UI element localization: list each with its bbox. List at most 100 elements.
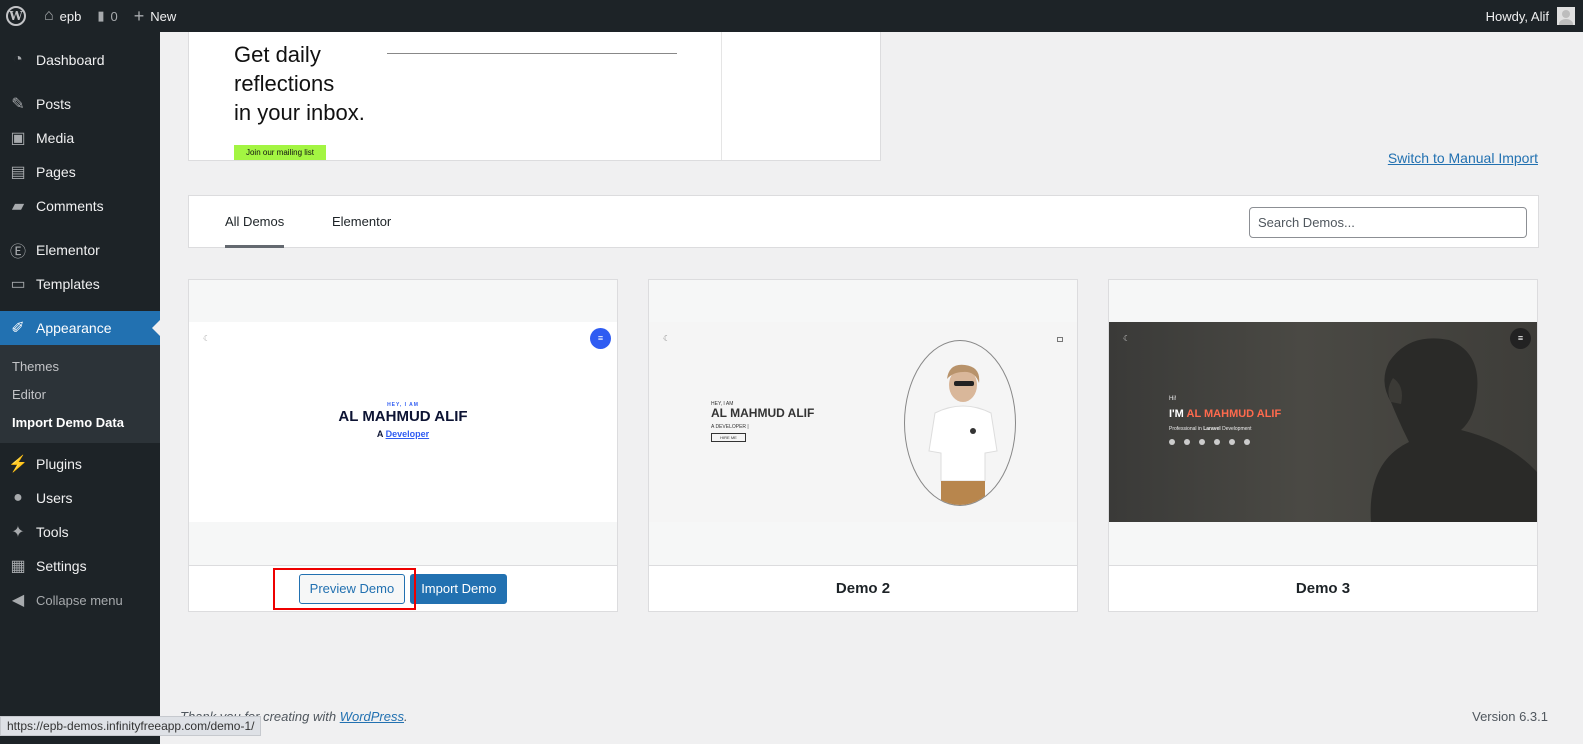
demo-card-3: ☾ ≡ Hi! I'M AL MAHMUD ALIF Professional … xyxy=(1108,279,1538,612)
divider xyxy=(721,32,722,160)
demo-card-2: ☾ HEY, I AM AL MAHMUD ALIF A DEVELOPER |… xyxy=(648,279,1078,612)
menu-icon: ≡ xyxy=(590,328,611,349)
menu-icon: ≡ xyxy=(1510,328,1531,349)
menu-tools[interactable]: ✦ Tools xyxy=(0,515,160,549)
person-silhouette xyxy=(1370,338,1537,522)
new-content-link[interactable]: + New xyxy=(126,0,185,32)
role-highlight: Developer xyxy=(385,429,430,439)
admin-sidebar: ◔ Dashboard ✎ Posts ▣ Media ▤ Pages ▰ Co… xyxy=(0,32,160,744)
elementor-icon: Ⓔ xyxy=(9,244,26,261)
submenu-editor[interactable]: Editor xyxy=(0,380,160,408)
demo-thumbnail[interactable]: ☾ ≡ Hi! I'M AL MAHMUD ALIF Professional … xyxy=(1109,280,1537,565)
demo-role-text: Professional in Laravel Development xyxy=(1169,426,1252,432)
comments-icon: ▰ xyxy=(11,198,25,215)
name-prefix: I'M xyxy=(1169,408,1184,420)
pages-icon: ▤ xyxy=(10,164,26,181)
top-demo-preview: Get daily reflections in your inbox. Joi… xyxy=(188,32,881,161)
demo-thumbnail[interactable]: ☾ HEY, I AM AL MAHMUD ALIF A DEVELOPER |… xyxy=(649,280,1077,565)
collapse-label: Collapse menu xyxy=(36,592,123,608)
wrench-icon: ✦ xyxy=(11,524,25,541)
demo-footer: Demo 2 xyxy=(649,565,1077,611)
demo-footer: Demo 3 xyxy=(1109,565,1537,611)
menu-label: Plugins xyxy=(36,456,82,472)
moon-icon: ☾ xyxy=(1123,334,1131,343)
demo-screenshot: ☾ ≡ HEY, I AM AL MAHMUD ALIF A Developer xyxy=(189,322,617,522)
import-demo-button[interactable]: Import Demo xyxy=(410,573,508,604)
collapse-menu[interactable]: ◀ Collapse menu xyxy=(0,583,160,617)
avatar[interactable] xyxy=(1557,7,1575,25)
person-illustration xyxy=(928,364,998,505)
role-prefix: A xyxy=(376,429,384,439)
comments-link[interactable]: ▮ 0 xyxy=(89,0,125,32)
home-icon: ⌂ xyxy=(44,7,54,24)
role-bold: Laravel xyxy=(1203,426,1221,432)
demo-actions: Preview Demo Import Demo xyxy=(189,565,617,611)
menu-dashboard[interactable]: ◔ Dashboard xyxy=(0,43,160,77)
menu-media[interactable]: ▣ Media xyxy=(0,121,160,155)
menu-elementor[interactable]: Ⓔ Elementor xyxy=(0,233,160,267)
menu-label: Appearance xyxy=(36,320,112,336)
moon-icon: ☾ xyxy=(203,334,211,343)
switch-to-manual-import-link[interactable]: Switch to Manual Import xyxy=(1388,150,1538,166)
menu-pages[interactable]: ▤ Pages xyxy=(0,155,160,189)
submenu-import-demo-data[interactable]: Import Demo Data xyxy=(0,408,160,436)
highlight-box xyxy=(273,568,416,610)
menu-users[interactable]: ● Users xyxy=(0,481,160,515)
demo-title: Demo 2 xyxy=(835,580,891,597)
menu-settings[interactable]: ▦ Settings xyxy=(0,549,160,583)
social-icons xyxy=(1169,439,1250,445)
menu-templates[interactable]: ▭ Templates xyxy=(0,267,160,301)
menu-icon xyxy=(1057,337,1063,342)
menu-label: Elementor xyxy=(36,242,100,258)
folder-icon: ▭ xyxy=(10,276,26,293)
menu-label: Posts xyxy=(36,96,72,112)
headline-line: reflections xyxy=(234,71,335,96)
menu-label: Templates xyxy=(36,276,100,292)
plug-icon: ⚡ xyxy=(8,456,28,473)
site-name-link[interactable]: ⌂ epb xyxy=(36,0,89,32)
collapse-icon: ◀ xyxy=(11,592,25,609)
portrait-photo xyxy=(904,340,1016,506)
menu-label: Tools xyxy=(36,524,69,540)
demo-role-text: A DEVELOPER | xyxy=(711,424,749,430)
howdy-user[interactable]: Howdy, Alif xyxy=(1486,9,1549,24)
thanks-suffix: . xyxy=(404,709,408,724)
demo-name-text: I'M AL MAHMUD ALIF xyxy=(1169,408,1281,420)
facebook-icon xyxy=(1169,439,1175,445)
plus-icon: + xyxy=(133,5,145,26)
tab-elementor[interactable]: Elementor xyxy=(332,196,391,248)
brush-icon: ✐ xyxy=(11,320,25,337)
demo-title: Demo 3 xyxy=(1295,580,1351,597)
linkedin-icon xyxy=(1199,439,1205,445)
instagram-icon xyxy=(1214,439,1220,445)
status-bar-url: https://epb-demos.infinityfreeapp.com/de… xyxy=(0,716,262,736)
menu-comments[interactable]: ▰ Comments xyxy=(0,189,160,223)
preview-headline: Get daily reflections in your inbox. xyxy=(234,40,365,127)
search-demos-input[interactable] xyxy=(1249,207,1527,238)
name-highlight: AL MAHMUD ALIF xyxy=(1186,408,1282,420)
wordpress-logo-icon[interactable]: W xyxy=(0,0,36,32)
divider xyxy=(387,53,677,54)
menu-appearance[interactable]: ✐ Appearance xyxy=(0,311,160,345)
mailing-list-button: Join our mailing list xyxy=(234,145,326,160)
hire-me-button: HIRE ME xyxy=(711,433,746,442)
wordpress-link[interactable]: WordPress xyxy=(340,709,404,724)
tab-all-demos[interactable]: All Demos xyxy=(225,196,285,248)
pinterest-icon xyxy=(1229,439,1235,445)
appearance-submenu: Themes Editor Import Demo Data xyxy=(0,345,160,443)
footer-version: Version 6.3.1 xyxy=(1472,709,1548,724)
headline-line: in your inbox. xyxy=(234,100,365,125)
menu-plugins[interactable]: ⚡ Plugins xyxy=(0,447,160,481)
headline-line: Get daily xyxy=(234,42,321,67)
menu-posts[interactable]: ✎ Posts xyxy=(0,87,160,121)
youtube-icon xyxy=(1184,439,1190,445)
demo-card-1: ☾ ≡ HEY, I AM AL MAHMUD ALIF A Developer… xyxy=(188,279,618,612)
demo-thumbnail[interactable]: ☾ ≡ HEY, I AM AL MAHMUD ALIF A Developer xyxy=(189,280,617,565)
demo-filter-bar: All Demos Elementor xyxy=(188,195,1539,248)
role-suffix: Development xyxy=(1222,426,1252,432)
submenu-themes[interactable]: Themes xyxy=(0,352,160,380)
demo-screenshot: ☾ ≡ Hi! I'M AL MAHMUD ALIF Professional … xyxy=(1109,322,1537,522)
dashboard-icon: ◔ xyxy=(13,51,23,68)
settings-icon: ▦ xyxy=(10,558,26,575)
site-name: epb xyxy=(59,8,82,24)
